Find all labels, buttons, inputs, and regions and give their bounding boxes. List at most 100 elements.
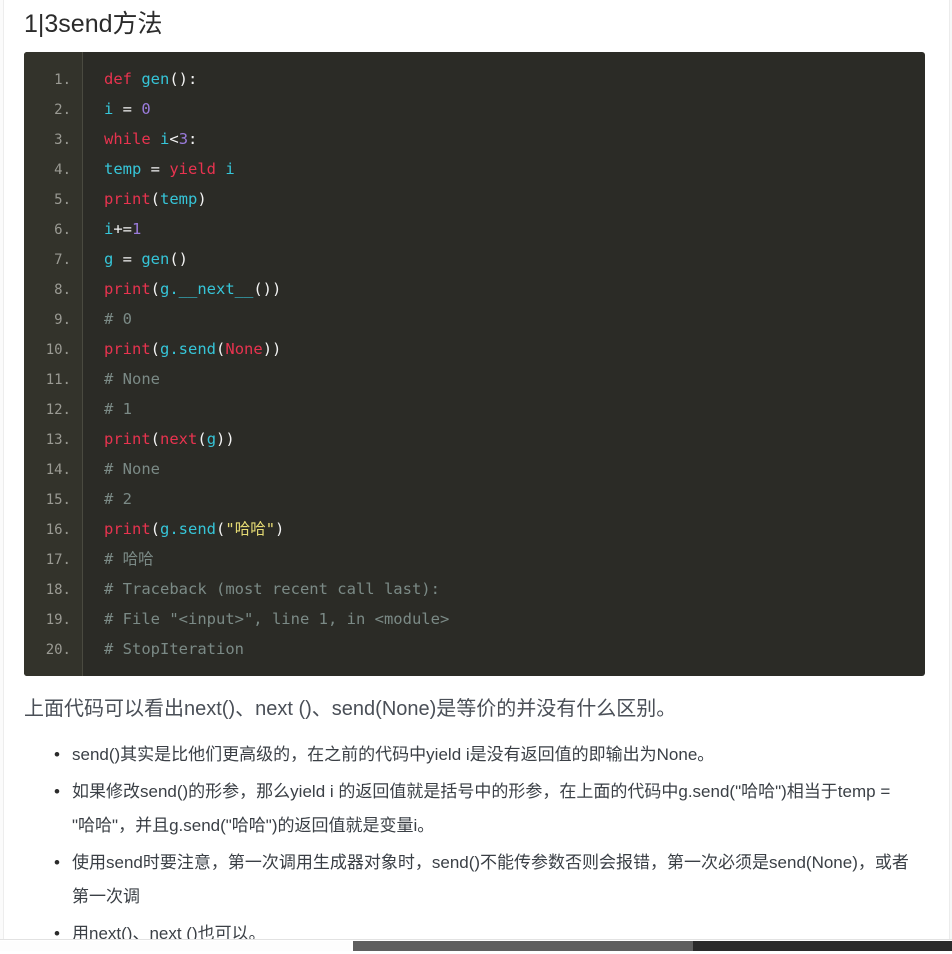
list-item-text: 如果修改send()的形参，那么yield i 的返回值就是括号中的形参，在上面…	[72, 782, 891, 835]
article-content: 1|3send方法 1. def gen(): 2. i = 0 3. while i<3…	[0, 0, 952, 954]
code-token-cmt: # File "<input>", line 1, in <module>	[104, 610, 450, 628]
horizontal-scrollbar[interactable]	[0, 939, 952, 951]
code-token-pun: (	[150, 340, 161, 358]
code-token-fn: print	[104, 280, 151, 298]
code-lines[interactable]: 1. def gen(): 2. i = 0 3. while i<3: 4. temp = …	[24, 64, 925, 664]
code-token-kw: def	[104, 70, 132, 88]
code-line-number: 5.	[54, 192, 71, 208]
list-item: • 使用send时要注意，第一次调用生成器对象时，send()不能传参数否则会报错…	[54, 846, 912, 914]
code-line-text: # Traceback (most recent call last):	[82, 574, 440, 604]
code-token-id: g	[104, 250, 114, 268]
notes-list: • send()其实是比他们更高级的，在之前的代码中yield i是没有返回值的即…	[0, 738, 952, 951]
code-token-id: i	[160, 130, 170, 148]
code-line-number: 15.	[45, 492, 71, 508]
code-line-number: 9.	[54, 312, 71, 328]
code-token-pun: (	[150, 430, 161, 448]
code-token-pun: ()	[169, 250, 189, 268]
code-block: 1. def gen(): 2. i = 0 3. while i<3: 4. temp = …	[24, 52, 925, 676]
code-line: 5. print(temp)	[24, 184, 925, 214]
scrollbar-track-left[interactable]	[0, 941, 351, 951]
code-token-cmt: # 2	[104, 490, 132, 508]
code-line-number: 3.	[54, 132, 71, 148]
code-line-text: print(g.__next__())	[82, 274, 281, 304]
code-token-id: g	[206, 430, 217, 448]
code-token-pun: =	[113, 100, 142, 118]
code-line: 7. g = gen()	[24, 244, 925, 274]
code-token-pun: +=	[113, 220, 133, 238]
code-line-number: 4.	[54, 162, 71, 178]
code-token-cmt: # Traceback (most recent call last):	[104, 580, 440, 598]
code-line-text: # 2	[82, 484, 132, 514]
code-line-number: 13.	[45, 432, 71, 448]
code-token-pun: =	[141, 160, 170, 178]
code-token-pun: ())	[253, 280, 282, 298]
code-line: 2. i = 0	[24, 94, 925, 124]
code-line-number: 16.	[45, 522, 71, 538]
code-line-number: 6.	[54, 222, 71, 238]
code-token-cmt: # None	[104, 460, 160, 478]
code-token-str: "哈哈"	[225, 520, 276, 538]
code-line-text: print(g.send(None))	[82, 334, 281, 364]
list-item-text: send()其实是比他们更高级的，在之前的代码中yield i是没有返回值的即输…	[72, 745, 715, 764]
code-token-fn: print	[104, 430, 151, 448]
code-line-number: 1.	[54, 72, 71, 88]
code-line: 1. def gen():	[24, 64, 925, 94]
code-line-text: # StopIteration	[82, 634, 244, 664]
code-line-text: def gen():	[82, 64, 197, 94]
code-line: 6. i+=1	[24, 214, 925, 244]
code-line: 15. # 2	[24, 484, 925, 514]
code-token-pun: )	[275, 520, 285, 538]
code-line: 3. while i<3:	[24, 124, 925, 154]
code-line-text: while i<3:	[82, 124, 197, 154]
scrollbar-track-right[interactable]	[693, 941, 952, 951]
code-line-text: i+=1	[82, 214, 141, 244]
code-token-id: g.send	[160, 520, 217, 538]
code-token-fn: print	[104, 190, 151, 208]
code-line-text: # 1	[82, 394, 132, 424]
code-line: 8. print(g.__next__())	[24, 274, 925, 304]
code-token-fn: print	[104, 520, 151, 538]
code-token-pun: (	[150, 190, 161, 208]
code-line-number: 14.	[45, 462, 71, 478]
code-token-pun: ():	[169, 70, 198, 88]
code-line: 13. print(next(g))	[24, 424, 925, 454]
code-line-number: 10.	[45, 342, 71, 358]
code-token-pun: ))	[262, 340, 282, 358]
code-line-text: print(g.send("哈哈")	[82, 514, 284, 544]
code-token-cmt: # None	[104, 370, 160, 388]
list-item: • send()其实是比他们更高级的，在之前的代码中yield i是没有返回值的即…	[54, 738, 912, 772]
lead-paragraph: 上面代码可以看出next()、next ()、send(None)是等价的并没有…	[24, 698, 677, 720]
code-line-text: print(next(g))	[82, 424, 235, 454]
code-token-cmt: # 1	[104, 400, 132, 418]
code-line: 12. # 1	[24, 394, 925, 424]
scrollbar-thumb[interactable]	[353, 941, 693, 951]
code-line: 11. # None	[24, 364, 925, 394]
code-token-id: gen	[141, 70, 170, 88]
code-line-text: # 哈哈	[82, 544, 154, 574]
code-line-number: 7.	[54, 252, 71, 268]
code-line: 14. # None	[24, 454, 925, 484]
code-line: 19. # File "<input>", line 1, in <module>	[24, 604, 925, 634]
code-line-number: 11.	[45, 372, 71, 388]
code-line: 16. print(g.send("哈哈")	[24, 514, 925, 544]
code-line-text: # None	[82, 454, 160, 484]
code-line: 10. print(g.send(None))	[24, 334, 925, 364]
code-token-id: i	[225, 160, 235, 178]
page-title: 1|3send方法	[24, 10, 163, 38]
code-token-cmt: # StopIteration	[104, 640, 244, 658]
code-line-text: # 0	[82, 304, 132, 334]
code-token-num: 1	[132, 220, 142, 238]
code-token-pun: (	[150, 520, 161, 538]
code-token-pun: (	[197, 430, 207, 448]
code-line-text: g = gen()	[82, 244, 188, 274]
code-line-number: 17.	[45, 552, 71, 568]
code-token-pun: <	[169, 130, 179, 148]
code-line-number: 2.	[54, 102, 71, 118]
code-token-pun	[216, 160, 225, 178]
code-token-cmt: # 0	[104, 310, 132, 328]
code-token-pun	[151, 130, 160, 148]
code-token-id: gen	[141, 250, 170, 268]
code-token-pun: (	[216, 520, 226, 538]
bullet-marker-icon: •	[54, 853, 60, 872]
code-line-number: 18.	[45, 582, 71, 598]
